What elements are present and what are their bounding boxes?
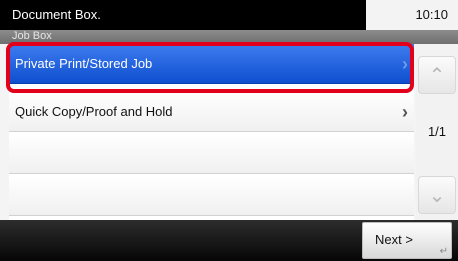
chevron-right-icon: › <box>402 54 408 74</box>
list-item-private-print[interactable]: Private Print/Stored Job › <box>9 44 414 84</box>
enter-icon: ↵ <box>439 246 448 257</box>
list-item-empty-2 <box>9 176 414 216</box>
scroll-up-button[interactable]: ⌃ <box>418 56 456 94</box>
scroll-panel: ⌃ 1/1 ⌄ <box>416 44 458 220</box>
list-item-empty-1 <box>9 134 414 174</box>
chevron-right-icon: › <box>402 102 408 122</box>
list-item-label: Quick Copy/Proof and Hold <box>15 104 173 119</box>
bottom-bar: Next > ↵ <box>0 220 458 261</box>
scroll-down-button[interactable]: ⌄ <box>418 176 456 214</box>
screen-title: Document Box. <box>0 0 366 30</box>
chevron-up-icon: ⌃ <box>428 65 446 87</box>
subheader: Job Box <box>0 30 458 44</box>
next-button[interactable]: Next > ↵ <box>362 222 452 259</box>
chevron-down-icon: ⌄ <box>428 185 446 207</box>
clock: 10:10 <box>366 0 458 30</box>
subheader-title: Job Box <box>12 30 52 42</box>
next-button-label: Next > <box>375 232 413 247</box>
job-box-list: Private Print/Stored Job › Quick Copy/Pr… <box>9 44 414 220</box>
list-item-quick-copy[interactable]: Quick Copy/Proof and Hold › <box>9 92 414 132</box>
list-item-label: Private Print/Stored Job <box>15 56 153 71</box>
document-box-screen: Document Box. 10:10 Job Box Private Prin… <box>0 0 458 261</box>
title-bar: Document Box. 10:10 <box>0 0 458 30</box>
page-indicator: 1/1 <box>427 124 447 139</box>
